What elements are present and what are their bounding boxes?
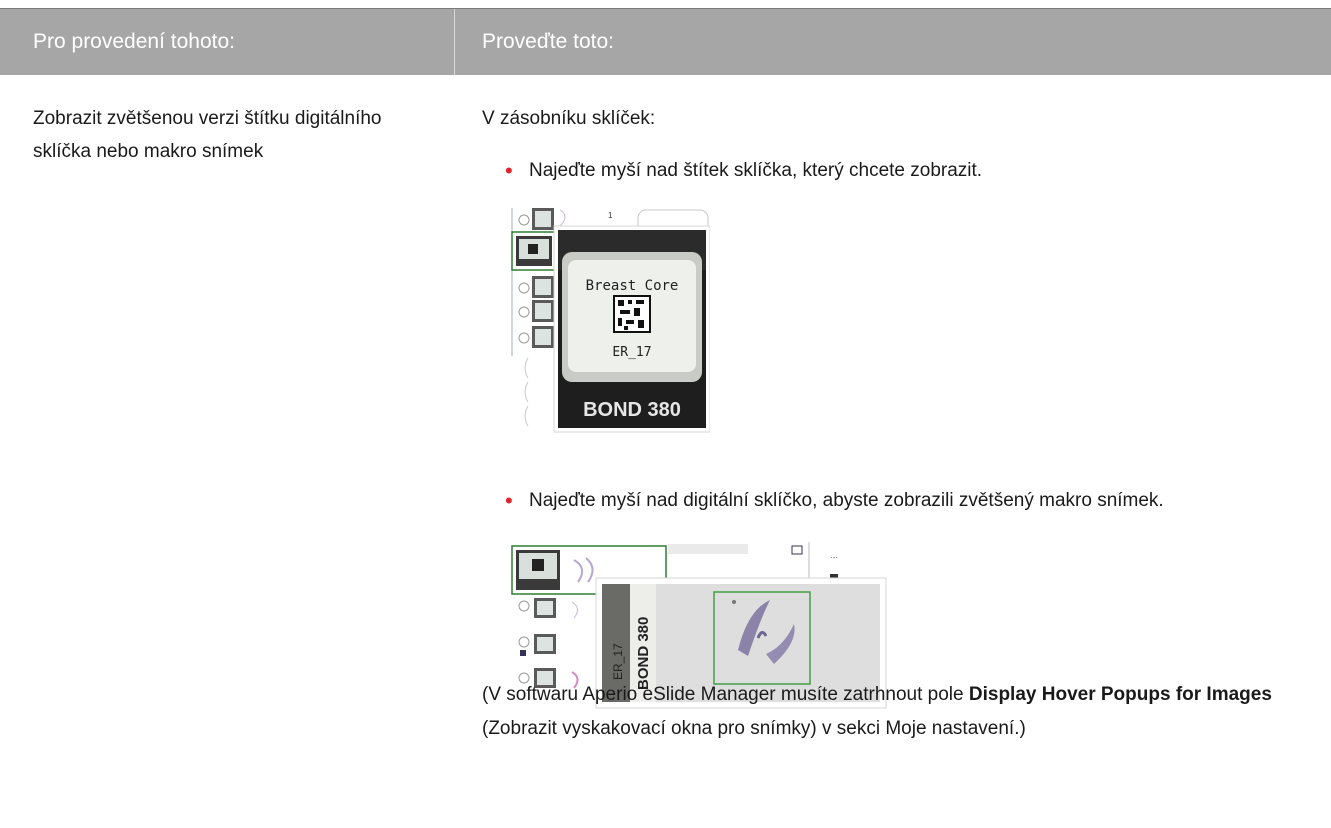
svg-text:ER_17: ER_17 [612,345,651,360]
table-header: Pro provedení tohoto: Proveďte toto: [0,9,1331,75]
svg-text:ER_17: ER_17 [611,643,625,680]
svg-text:·-·: ·-· [830,553,838,562]
bullet-text: Najeďte myší nad štítek sklíčka, který c… [529,160,983,181]
svg-text:BOND 380: BOND 380 [583,399,681,421]
bullet-dot-icon: • [505,158,513,183]
bullet-dot-icon: • [505,488,513,513]
intro-text: V zásobníku sklíček: [482,108,656,129]
slide-label-popup-figure: 1 Breast Core ER_17 BOND 380 [508,206,711,434]
svg-text:Breast Core: Breast Core [586,278,679,294]
header-divider [454,9,455,75]
settings-note: (V softwaru Aperio eSlide Manager musíte… [482,678,1322,746]
task-cell: Zobrazit zvětšenou verzi štítku digitáln… [33,108,382,162]
note-bold: Display Hover Popups for Images [968,684,1272,705]
note-post: (Zobrazit vyskakovací okna pro snímky) v… [482,718,1026,739]
note-pre: (V softwaru Aperio eSlide Manager musíte… [482,684,969,705]
header-col2: Proveďte toto: [482,30,614,53]
svg-text:1: 1 [608,211,613,220]
bullet-text: Najeďte myší nad digitální sklíčko, abys… [529,490,1164,511]
header-col1: Pro provedení tohoto: [33,30,235,53]
